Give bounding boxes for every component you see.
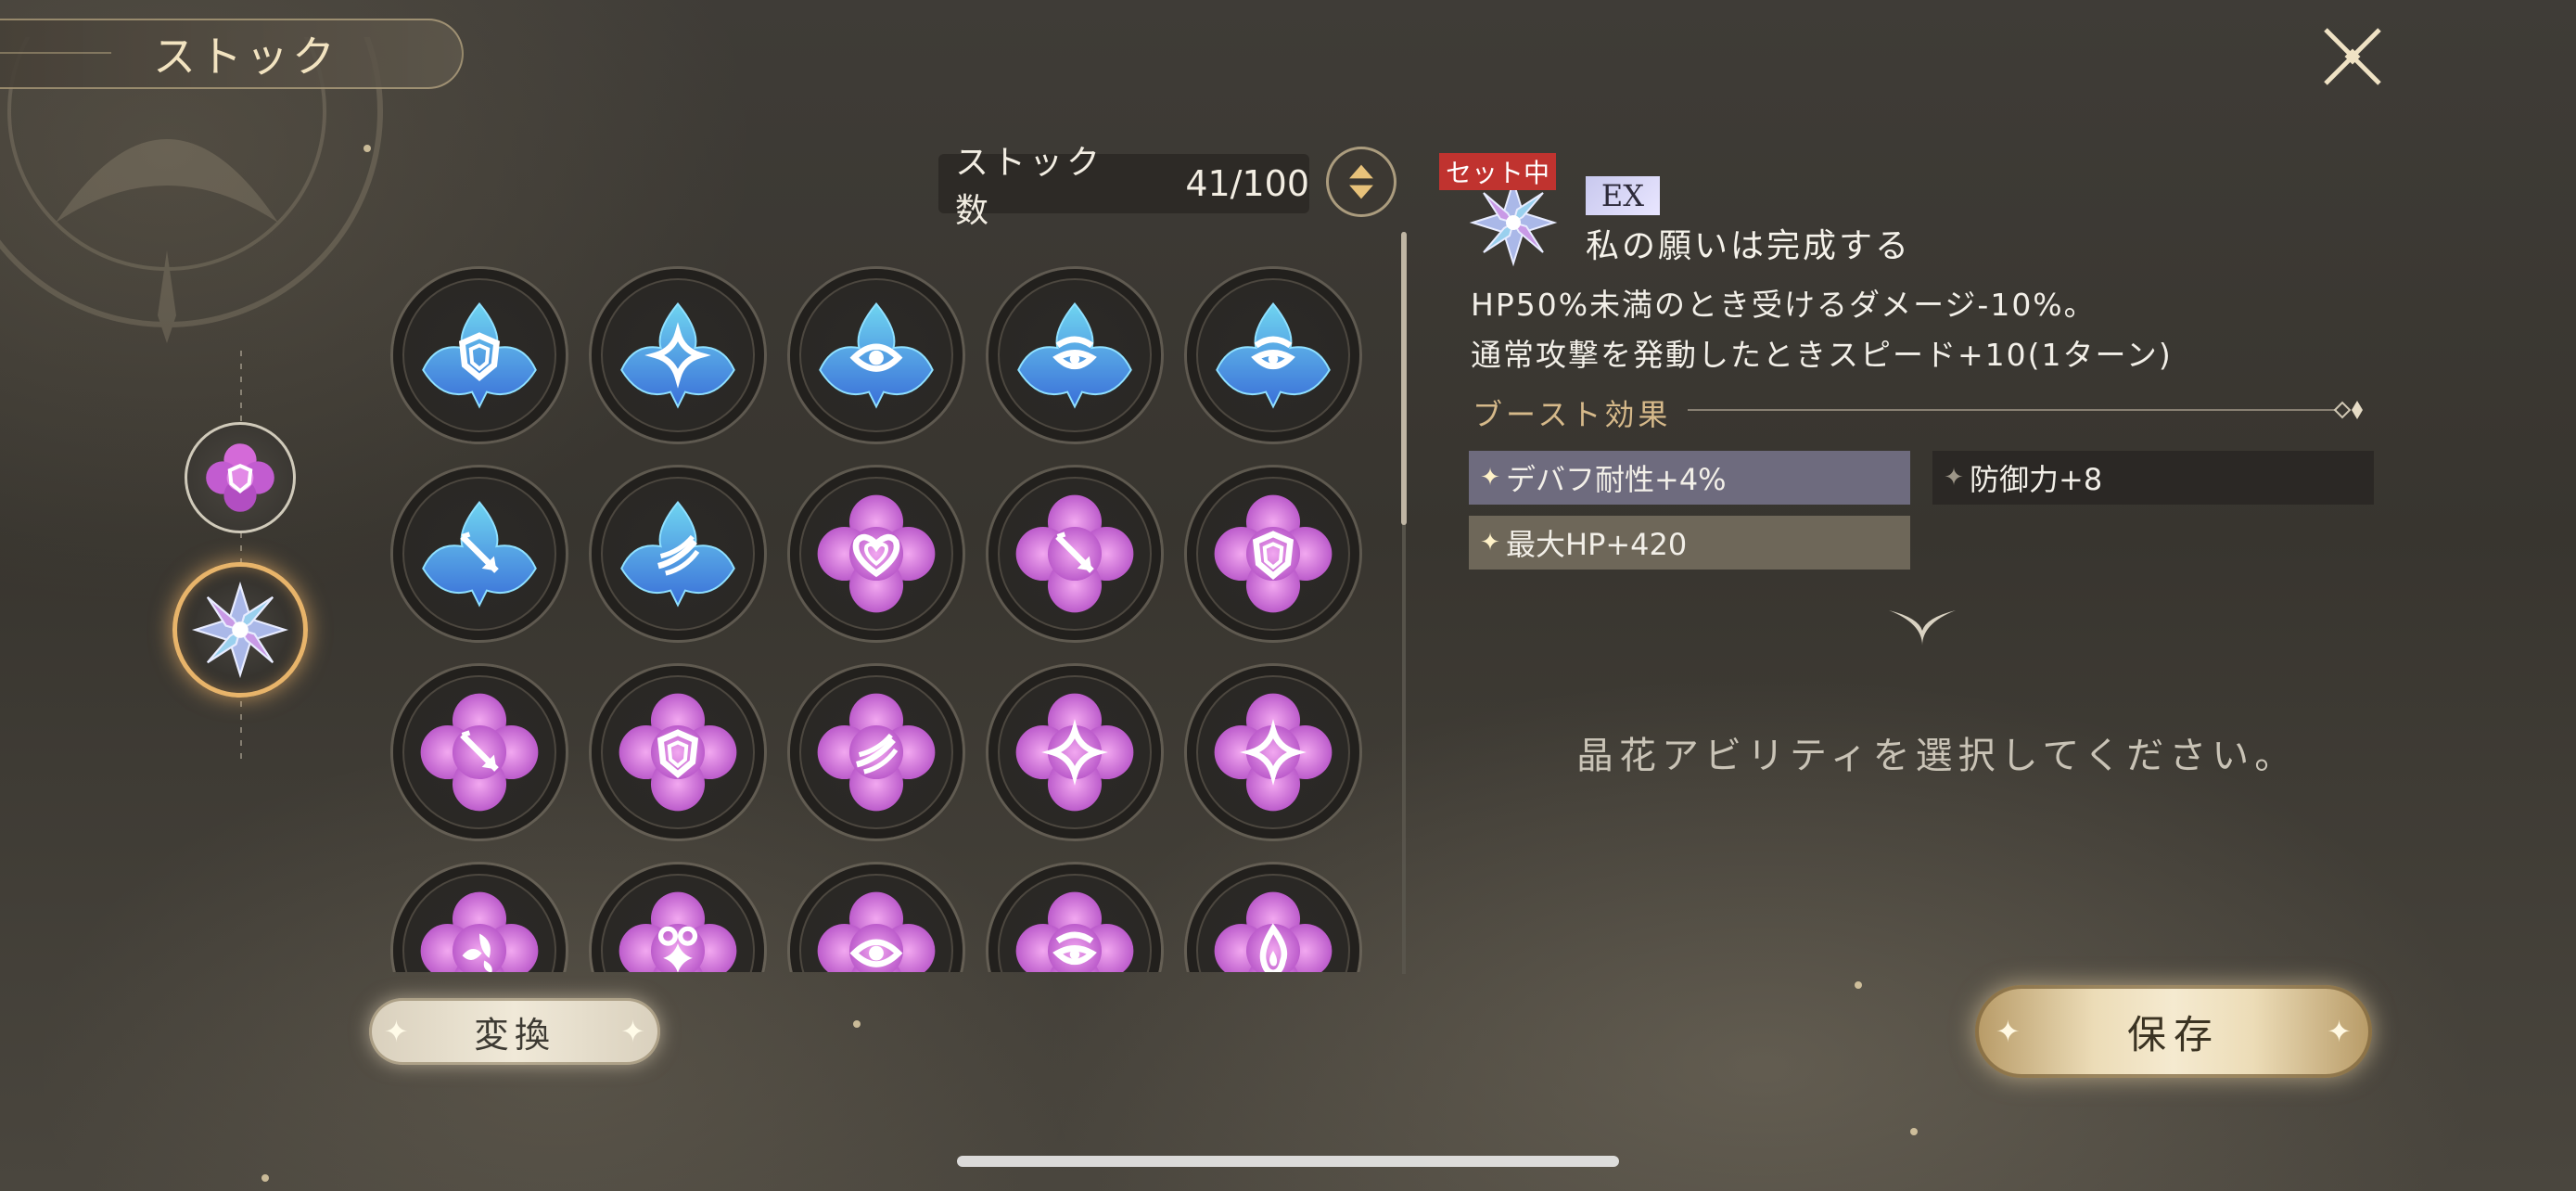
sparkle-icon: ✦ bbox=[1996, 1014, 2021, 1049]
pink-gem-shield-icon bbox=[618, 693, 737, 812]
convert-button[interactable]: ✦ 変換 ✦ bbox=[369, 998, 660, 1065]
gem-slot[interactable] bbox=[592, 269, 764, 442]
sparkle-icon: ✦ bbox=[620, 1014, 645, 1049]
equipped-crystal-icon bbox=[1469, 178, 1558, 267]
title-divider bbox=[0, 52, 111, 54]
gem-slot[interactable] bbox=[393, 864, 566, 972]
pink-gem-heart-icon bbox=[817, 494, 936, 613]
gem-slot[interactable] bbox=[393, 467, 566, 640]
ambient-sparkle bbox=[853, 1020, 861, 1028]
rank-badge: EX bbox=[1586, 176, 1660, 215]
diamond-ornament-icon bbox=[2333, 401, 2363, 419]
title-plate: ストック bbox=[0, 19, 464, 89]
grid-scrollbar-thumb[interactable] bbox=[1401, 232, 1407, 525]
effect-text-1: HP50%未満のとき受けるダメージ-10%。 bbox=[1471, 287, 2097, 323]
gem-slot[interactable] bbox=[592, 666, 764, 839]
save-label: 保存 bbox=[2126, 1011, 2220, 1057]
gem-grid bbox=[371, 241, 1372, 972]
blue-gem-arrow-icon bbox=[422, 500, 537, 608]
gem-slot[interactable] bbox=[988, 269, 1161, 442]
gem-slot[interactable] bbox=[592, 467, 764, 640]
pink-gem-guard-icon bbox=[1015, 891, 1134, 972]
gem-slot[interactable] bbox=[393, 269, 566, 442]
pink-flower-gem-icon bbox=[206, 443, 274, 512]
sparkle-icon: ✦ bbox=[2327, 1014, 2352, 1049]
home-indicator[interactable] bbox=[957, 1156, 1619, 1167]
gem-slot[interactable] bbox=[592, 864, 764, 972]
gem-slot[interactable] bbox=[988, 666, 1161, 839]
boost-chip-defense: ✦ 防御力+8 bbox=[1932, 451, 2374, 505]
chevron-down-icon[interactable] bbox=[1885, 603, 1959, 649]
boost-chip-debuff-resist: ✦ デバフ耐性+4% bbox=[1469, 451, 1910, 505]
ambient-sparkle bbox=[1910, 1128, 1918, 1135]
boost-chip-max-hp: ✦ 最大HP+420 bbox=[1469, 516, 1910, 570]
stock-value: 41/100 bbox=[1185, 163, 1309, 204]
gem-slot[interactable] bbox=[790, 467, 963, 640]
pink-gem-flame-icon bbox=[1214, 891, 1333, 972]
slot-gem-2-selected[interactable] bbox=[172, 562, 308, 698]
blue-gem-guard-icon bbox=[1216, 301, 1331, 409]
close-icon[interactable] bbox=[2318, 22, 2387, 91]
slot-gem-1[interactable] bbox=[185, 422, 296, 533]
pink-gem-sparkle-icon bbox=[618, 891, 737, 972]
boost-text: 防御力+8 bbox=[1970, 462, 2103, 497]
sparkle-icon: ✦ bbox=[1944, 464, 1964, 492]
gem-slot[interactable] bbox=[790, 864, 963, 972]
pink-gem-arrow-icon bbox=[420, 693, 539, 812]
blue-gem-guard-icon bbox=[1017, 301, 1132, 409]
pink-gem-star-icon bbox=[1214, 693, 1333, 812]
boost-text: 最大HP+420 bbox=[1506, 527, 1688, 562]
sparkle-icon: ✦ bbox=[384, 1014, 409, 1049]
pink-gem-arrow-icon bbox=[1015, 494, 1134, 613]
gem-slot[interactable] bbox=[790, 666, 963, 839]
stock-label: ストック数 bbox=[955, 144, 1104, 230]
blue-gem-star-icon bbox=[620, 301, 735, 409]
pink-gem-shield-icon bbox=[1214, 494, 1333, 613]
effect-text-2: 通常攻撃を発動したときスピード+10(1ターン) bbox=[1471, 337, 2173, 373]
equipped-badge: セット中 bbox=[1439, 153, 1556, 190]
gem-slot[interactable] bbox=[988, 467, 1161, 640]
gem-slot[interactable] bbox=[1187, 666, 1359, 839]
gem-slot[interactable] bbox=[393, 666, 566, 839]
blue-gem-eye-icon bbox=[819, 301, 934, 409]
blue-gem-wing-icon bbox=[620, 500, 735, 608]
ambient-sparkle bbox=[261, 1174, 269, 1182]
gem-slot[interactable] bbox=[1187, 467, 1359, 640]
sort-toggle-icon[interactable] bbox=[1326, 147, 1396, 217]
ambient-sparkle bbox=[1855, 981, 1862, 989]
gem-slot[interactable] bbox=[988, 864, 1161, 972]
pink-gem-star-icon bbox=[1015, 693, 1134, 812]
star-crystal-icon bbox=[191, 581, 289, 679]
pink-gem-leaf-icon bbox=[420, 891, 539, 972]
sparkle-icon: ✦ bbox=[1480, 464, 1500, 492]
convert-label: 変換 bbox=[473, 1014, 555, 1056]
gem-slot[interactable] bbox=[1187, 864, 1359, 972]
pink-gem-eye-icon bbox=[817, 891, 936, 972]
boost-heading: ブースト効果 bbox=[1473, 397, 1672, 432]
gem-slot[interactable] bbox=[1187, 269, 1359, 442]
sparkle-icon: ✦ bbox=[1480, 529, 1500, 557]
ability-name: 私の願いは完成する bbox=[1586, 227, 1912, 265]
boost-text: デバフ耐性+4% bbox=[1506, 462, 1727, 497]
stock-counter: ストック数 41/100 bbox=[938, 144, 1309, 230]
blue-gem-shield-icon bbox=[422, 301, 537, 409]
select-hint: 晶花アビリティを選択してください。 bbox=[1576, 735, 2298, 777]
slot-connector bbox=[240, 351, 242, 759]
gem-slot[interactable] bbox=[790, 269, 963, 442]
page-title: ストック bbox=[153, 32, 338, 82]
pink-gem-wing-icon bbox=[817, 693, 936, 812]
ambient-sparkle bbox=[363, 145, 371, 152]
boost-divider bbox=[1688, 409, 2337, 411]
save-button[interactable]: ✦ 保存 ✦ bbox=[1975, 985, 2372, 1078]
